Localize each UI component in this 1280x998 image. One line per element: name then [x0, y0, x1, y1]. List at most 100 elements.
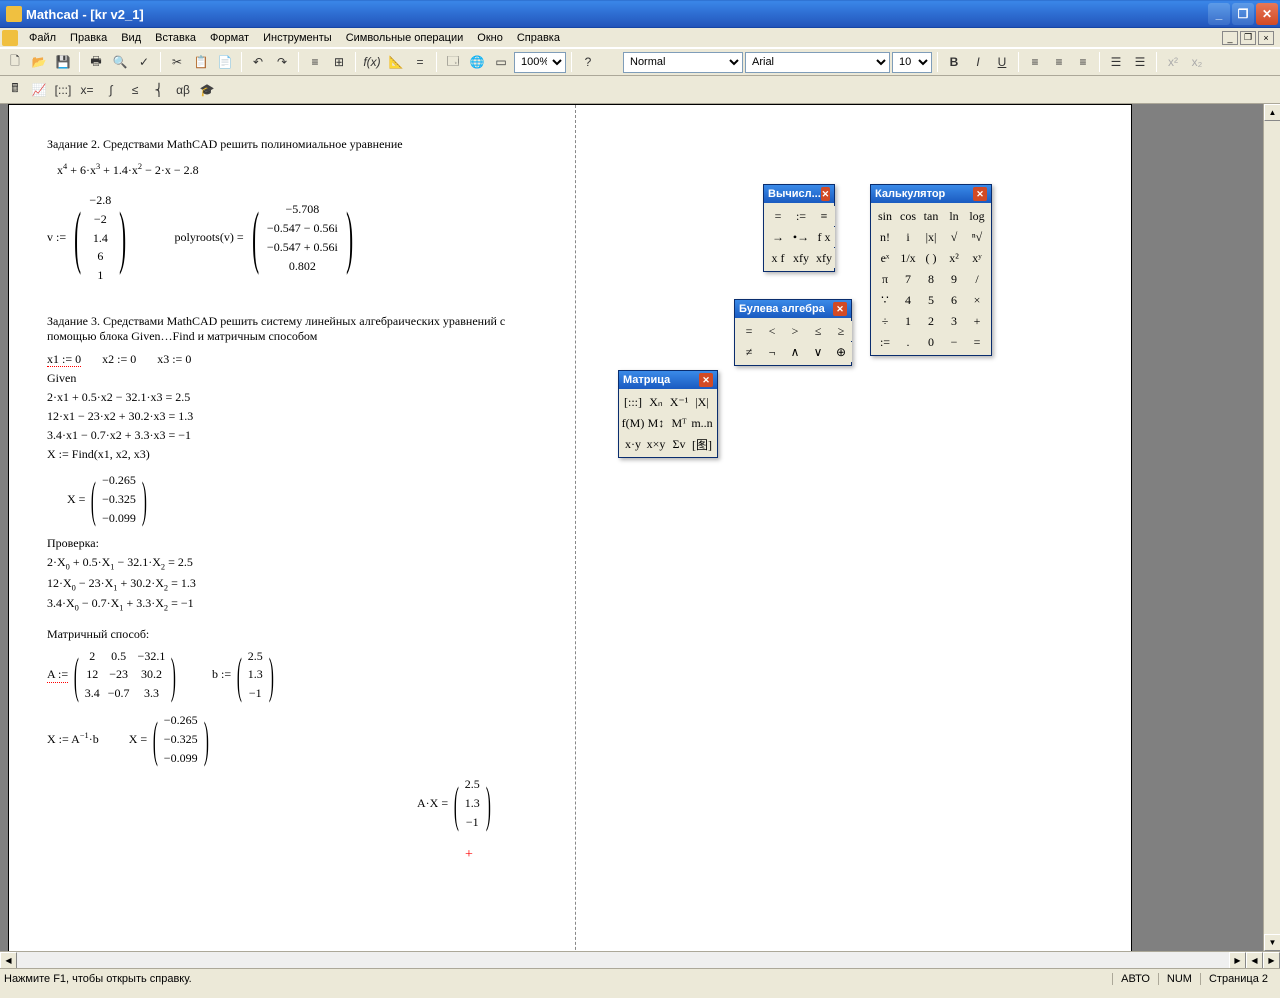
pbtn[interactable]: 0	[920, 332, 942, 352]
boolean-palette[interactable]: Булева алгебра✕ =<>≤≥≠¬∧∨⊕	[734, 299, 852, 366]
pbtn[interactable]: X⁻¹	[668, 392, 690, 412]
matrix-palette-btn[interactable]: [:::]	[52, 79, 74, 101]
preview-button[interactable]: 🔍	[109, 51, 131, 73]
pbtn[interactable]: x×y	[645, 434, 667, 454]
pbtn[interactable]: 4	[897, 290, 919, 310]
copy-button[interactable]: 📋	[190, 51, 212, 73]
prev-page-button[interactable]: ◀	[1246, 952, 1263, 968]
redo-button[interactable]: ↷	[271, 51, 293, 73]
mdi-restore[interactable]: ❐	[1240, 31, 1256, 45]
boolean-palette-btn[interactable]: ≤	[124, 79, 146, 101]
pbtn[interactable]: cos	[897, 206, 919, 226]
mdi-minimize[interactable]: _	[1222, 31, 1238, 45]
minimize-button[interactable]: _	[1208, 3, 1230, 25]
menu-tools[interactable]: Инструменты	[256, 30, 339, 46]
underline-button[interactable]: U	[991, 51, 1013, 73]
pbtn[interactable]: xʸ	[966, 248, 988, 268]
pbtn[interactable]: [图]	[691, 434, 713, 454]
pbtn[interactable]: :=	[874, 332, 896, 352]
pbtn[interactable]: π	[874, 269, 896, 289]
pbtn[interactable]: +	[966, 311, 988, 331]
eval-palette[interactable]: Вычисл...✕ =:=≡ →•→f x x fxfyxfy	[763, 184, 835, 272]
scroll-right-button[interactable]: ▶	[1229, 952, 1246, 968]
pbtn[interactable]: 1/x	[897, 248, 919, 268]
pbtn[interactable]: |X|	[691, 392, 713, 412]
scroll-up-button[interactable]: ▲	[1264, 104, 1280, 121]
pbtn[interactable]: =	[738, 321, 760, 341]
pbtn[interactable]: f x	[813, 227, 835, 247]
scroll-left-button[interactable]: ◀	[0, 952, 17, 968]
cut-button[interactable]: ✂	[166, 51, 188, 73]
help-button[interactable]: ?	[577, 51, 599, 73]
align-button[interactable]: ≡	[304, 51, 326, 73]
pbtn[interactable]: Σv	[668, 434, 690, 454]
programming-palette-btn[interactable]: ⎨	[148, 79, 170, 101]
pbtn[interactable]: >	[784, 321, 806, 341]
pbtn[interactable]: ∵	[874, 290, 896, 310]
unit-button[interactable]: 📐	[385, 51, 407, 73]
pbtn[interactable]: ln	[943, 206, 965, 226]
pbtn[interactable]: −	[943, 332, 965, 352]
web-button[interactable]: 🌐	[466, 51, 488, 73]
sup-button[interactable]: x²	[1162, 51, 1184, 73]
pbtn[interactable]: xfy	[813, 248, 835, 268]
pbtn[interactable]: ( )	[920, 248, 942, 268]
pbtn[interactable]: =	[767, 206, 789, 226]
pbtn[interactable]: n!	[874, 227, 896, 247]
save-button[interactable]: 💾	[52, 51, 74, 73]
pbtn[interactable]: m..n	[691, 413, 713, 433]
align2-button[interactable]: ⊞	[328, 51, 350, 73]
scroll-down-button[interactable]: ▼	[1264, 934, 1280, 951]
pbtn[interactable]: =	[966, 332, 988, 352]
eval-palette-btn[interactable]: x=	[76, 79, 98, 101]
pbtn[interactable]: ⁿ√	[966, 227, 988, 247]
style-select[interactable]: Normal	[623, 52, 743, 73]
pbtn[interactable]: ∧	[784, 342, 806, 362]
eval-palette-close[interactable]: ✕	[821, 187, 830, 201]
graph-palette-btn[interactable]: 📈	[28, 79, 50, 101]
pbtn[interactable]: /	[966, 269, 988, 289]
align-center-button[interactable]: ≡	[1048, 51, 1070, 73]
close-button[interactable]: ✕	[1256, 3, 1278, 25]
menu-insert[interactable]: Вставка	[148, 30, 203, 46]
zoom-select[interactable]: 100%	[514, 52, 566, 73]
pbtn[interactable]: 1	[897, 311, 919, 331]
pbtn[interactable]: .	[897, 332, 919, 352]
pbtn[interactable]: ⊕	[830, 342, 852, 362]
pbtn[interactable]: Mᵀ	[668, 413, 690, 433]
new-button[interactable]: 🗋	[4, 51, 26, 73]
pbtn[interactable]: |x|	[920, 227, 942, 247]
font-select[interactable]: Arial	[745, 52, 890, 73]
pbtn[interactable]: 7	[897, 269, 919, 289]
next-page-button[interactable]: ▶	[1263, 952, 1280, 968]
pbtn[interactable]: ≥	[830, 321, 852, 341]
pbtn[interactable]: f(M)	[622, 413, 644, 433]
bool-palette-close[interactable]: ✕	[833, 302, 847, 316]
pbtn[interactable]: :=	[790, 206, 812, 226]
menu-view[interactable]: Вид	[114, 30, 148, 46]
symbolic-palette-btn[interactable]: 🎓	[196, 79, 218, 101]
mdi-close[interactable]: ×	[1258, 31, 1274, 45]
calc-palette-close[interactable]: ✕	[973, 187, 987, 201]
calculator-palette-btn[interactable]: 🖩	[4, 79, 26, 101]
bullets-button[interactable]: ☰	[1105, 51, 1127, 73]
paste-button[interactable]: 📄	[214, 51, 236, 73]
pbtn[interactable]: x·y	[622, 434, 644, 454]
size-select[interactable]: 10	[892, 52, 932, 73]
menu-file[interactable]: Файл	[22, 30, 63, 46]
fx-button[interactable]: f(x)	[361, 51, 383, 73]
pbtn[interactable]: ∨	[807, 342, 829, 362]
spell-button[interactable]: ✓	[133, 51, 155, 73]
pbtn[interactable]: 2	[920, 311, 942, 331]
pbtn[interactable]: 5	[920, 290, 942, 310]
pbtn[interactable]: 6	[943, 290, 965, 310]
pbtn[interactable]: log	[966, 206, 988, 226]
pbtn[interactable]: x f	[767, 248, 789, 268]
pbtn[interactable]: [:::]	[622, 392, 644, 412]
menu-edit[interactable]: Правка	[63, 30, 114, 46]
print-button[interactable]: 🖶	[85, 51, 107, 73]
italic-button[interactable]: I	[967, 51, 989, 73]
pbtn[interactable]: 9	[943, 269, 965, 289]
open-button[interactable]: 📂	[28, 51, 50, 73]
pbtn[interactable]: M↕	[645, 413, 667, 433]
